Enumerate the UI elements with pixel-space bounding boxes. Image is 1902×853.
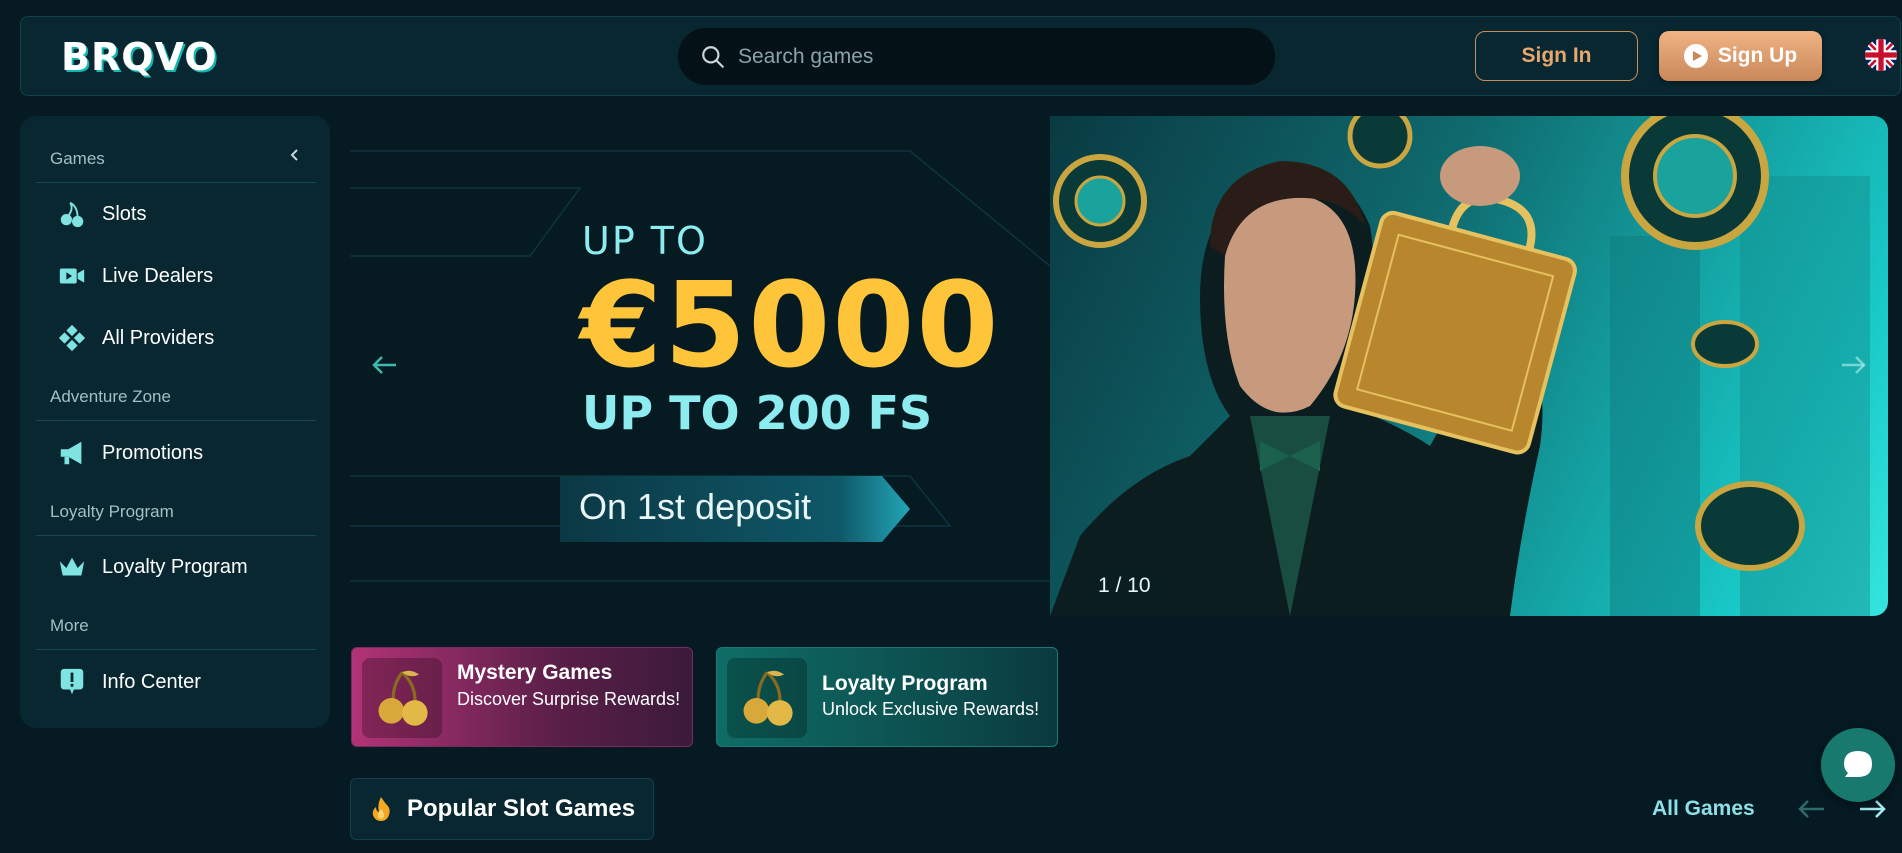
divider [36, 535, 316, 536]
promo-subtitle: Unlock Exclusive Rewards! [822, 699, 1040, 719]
megaphone-icon [56, 437, 88, 469]
sign-up-button[interactable]: Sign Up [1659, 31, 1822, 81]
sidebar-item-loyalty-program[interactable]: Loyalty Program [36, 540, 316, 594]
golden-cherries-icon [727, 658, 807, 738]
diamonds-grid-icon [56, 322, 88, 354]
banner-free-spins: UP TO 200 FS [582, 386, 933, 440]
sidebar-heading-loyalty: Loyalty Program [50, 502, 174, 521]
chat-button[interactable] [1821, 728, 1895, 802]
promo-card-loyalty-program[interactable]: Loyalty Program Unlock Exclusive Rewards… [716, 647, 1058, 747]
sidebar-heading-games: Games [50, 149, 105, 168]
sidebar: Games Slots Live Dealers All Providers A… [20, 116, 330, 728]
sidebar-item-all-providers[interactable]: All Providers [36, 311, 316, 365]
section-header-popular-slots: Popular Slot Games [350, 778, 654, 840]
divider [36, 649, 316, 650]
hero-banner[interactable]: UP TO €5000 UP TO 200 FS On 1st deposit … [350, 116, 1888, 616]
promo-card-mystery-games[interactable]: Mystery Games Discover Surprise Rewards! [351, 647, 693, 747]
sidebar-item-label: Slots [102, 202, 147, 225]
chat-bubble-icon [1844, 751, 1872, 777]
sidebar-item-label: Loyalty Program [102, 555, 248, 578]
uk-flag-icon[interactable] [1865, 39, 1897, 71]
arrow-left-icon[interactable] [368, 348, 402, 382]
sidebar-item-info-center[interactable]: Info Center [36, 655, 316, 709]
sidebar-item-label: All Providers [102, 326, 215, 349]
info-alert-icon [56, 666, 88, 698]
top-header: BRQVO Sign In Sign Up [20, 16, 1901, 96]
search-bar[interactable] [678, 28, 1275, 85]
sidebar-item-label: Live Dealers [102, 264, 214, 287]
arrow-right-icon[interactable] [1836, 348, 1870, 382]
sidebar-item-label: Promotions [102, 441, 204, 464]
section-title: Popular Slot Games [407, 795, 636, 822]
divider [36, 182, 316, 183]
promo-subtitle: Discover Surprise Rewards! [457, 689, 681, 709]
search-icon [702, 46, 724, 68]
crown-icon [56, 551, 88, 583]
banner-deposit-text: On 1st deposit [579, 486, 812, 527]
promo-title: Mystery Games [457, 661, 613, 684]
golden-cherries-icon [362, 658, 442, 738]
sidebar-heading-adventure: Adventure Zone [50, 387, 171, 406]
sign-in-button[interactable]: Sign In [1475, 31, 1638, 81]
cherries-icon [56, 198, 88, 230]
all-games-link[interactable]: All Games [1652, 797, 1755, 821]
divider [36, 420, 316, 421]
play-icon [1683, 44, 1708, 68]
sign-up-label: Sign Up [1717, 44, 1798, 67]
promo-title: Loyalty Program [822, 672, 988, 695]
sidebar-item-slots[interactable]: Slots [36, 187, 316, 241]
chevron-left-icon[interactable] [288, 148, 302, 162]
video-camera-icon [56, 260, 88, 292]
search-input[interactable] [738, 28, 1258, 85]
sidebar-item-promotions[interactable]: Promotions [36, 426, 316, 480]
bravo-logo[interactable]: BRQVO [61, 35, 218, 79]
banner-hero-image [1050, 116, 1888, 616]
sidebar-item-label: Info Center [102, 670, 201, 693]
fire-icon [372, 797, 390, 821]
sidebar-heading-more: More [50, 616, 89, 635]
arrow-left-icon[interactable] [1796, 796, 1826, 822]
banner-amount: €5000 [580, 256, 1001, 394]
sidebar-item-live-dealers[interactable]: Live Dealers [36, 249, 316, 303]
slide-counter: 1 / 10 [1080, 570, 1169, 602]
